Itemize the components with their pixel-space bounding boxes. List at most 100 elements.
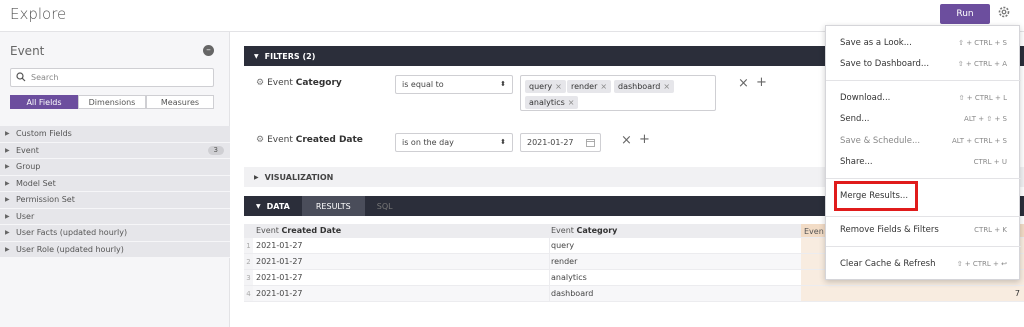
tab-dimensions[interactable]: Dimensions [78, 95, 146, 109]
collapse-icon[interactable]: – [203, 45, 214, 56]
cell-created-date: 2021-01-27 [256, 289, 303, 298]
menu-item-shortcut: ⇧ + CTRL + S [958, 39, 1007, 47]
token-label: dashboard [618, 82, 661, 91]
menu-item-label: Send... [840, 114, 870, 124]
filters-label: FILTERS (2) [264, 51, 316, 61]
menu-item-shortcut: ALT + ⇧ + S [964, 115, 1007, 123]
remove-filter-icon[interactable]: × [621, 133, 632, 148]
add-filter-icon[interactable]: + [756, 75, 767, 90]
cell-count: 7 [1014, 289, 1020, 298]
tab-results[interactable]: RESULTS [301, 196, 365, 216]
search-icon [16, 72, 26, 82]
token[interactable]: query × [525, 80, 566, 93]
gear-icon[interactable]: ⚙ [256, 78, 264, 88]
cell-category: dashboard [551, 289, 594, 298]
add-filter-icon[interactable]: + [639, 132, 650, 147]
date-input[interactable]: 2021-01-27 [520, 133, 601, 152]
menu-item-label: Merge Results... [840, 191, 909, 201]
visualization-label: VISUALIZATION [264, 172, 334, 182]
caret-right-icon: ▶ [5, 146, 10, 154]
operator-select[interactable]: is on the day ⬍ [395, 133, 513, 152]
menu-item-share[interactable]: Share... CTRL + U [826, 152, 1021, 172]
field-type-tabs: All Fields Dimensions Measures [10, 95, 214, 109]
menu-divider [826, 216, 1021, 217]
column-header-created-date[interactable]: Event Created Date [256, 226, 341, 235]
view-label: User Role (updated hourly) [16, 244, 124, 254]
header-prefix: Event [256, 226, 279, 235]
filter-label-created-date: ⚙ Event Created Date [256, 135, 363, 145]
view-label: Custom Fields [16, 129, 72, 139]
view-label: User Facts (updated hourly) [16, 228, 128, 238]
token[interactable]: dashboard × [614, 80, 675, 93]
gear-icon[interactable]: ⚙ [256, 135, 264, 145]
filter-label-prefix: Event [267, 135, 293, 145]
view-item-user[interactable]: ▶ User [0, 208, 230, 225]
caret-right-icon: ▶ [5, 229, 10, 237]
caret-down-icon: ▼ [256, 202, 261, 210]
tab-measures[interactable]: Measures [146, 95, 214, 109]
search-input[interactable] [31, 70, 211, 85]
tab-sql[interactable]: SQL [365, 196, 405, 216]
view-item-custom-fields[interactable]: ▶ Custom Fields [0, 126, 230, 143]
view-label: User [16, 211, 35, 221]
menu-item-save-to-dashboard[interactable]: Save to Dashboard... ⇧ + CTRL + A [826, 54, 1021, 74]
tab-all-fields[interactable]: All Fields [10, 95, 78, 109]
menu-item-shortcut: ⇧ + CTRL + ↩ [956, 260, 1007, 268]
menu-item-shortcut: ⇧ + CTRL + L [958, 94, 1007, 102]
menu-item-save-as-look[interactable]: Save as a Look... ⇧ + CTRL + S [826, 33, 1021, 53]
view-item-event[interactable]: ▶ Event 3 [0, 142, 230, 159]
row-number: 4 [244, 286, 253, 301]
close-icon[interactable]: × [663, 82, 670, 91]
close-icon[interactable]: × [600, 82, 607, 91]
menu-item-label: Share... [840, 157, 873, 167]
data-toggle[interactable]: ▼ DATA [244, 196, 302, 216]
cell-created-date: 2021-01-27 [256, 273, 303, 282]
caret-right-icon: ▶ [5, 196, 10, 204]
token[interactable]: analytics × [525, 96, 579, 109]
caret-down-icon: ▼ [254, 52, 259, 60]
close-icon[interactable]: × [555, 82, 562, 91]
filter-label-field: Category [295, 78, 342, 88]
row-number: 1 [244, 238, 253, 253]
gear-icon[interactable] [996, 5, 1012, 21]
updown-arrow-icon: ⬍ [500, 138, 506, 146]
view-item-permission-set[interactable]: ▶ Permission Set [0, 192, 230, 209]
menu-item-label: Clear Cache & Refresh [840, 259, 936, 269]
cell-category: render [551, 257, 578, 266]
cell-category: analytics [551, 273, 587, 282]
view-item-group[interactable]: ▶ Group [0, 159, 230, 176]
category-token-input[interactable]: query × render × dashboard × analytics × [520, 75, 716, 111]
menu-item-label: Remove Fields & Filters [840, 225, 939, 235]
data-label: DATA [266, 201, 290, 211]
menu-item-remove-fields-filters[interactable]: Remove Fields & Filters CTRL + K [826, 220, 1021, 240]
menu-item-merge-results[interactable]: Merge Results... [826, 186, 1021, 206]
remove-filter-icon[interactable]: × [738, 76, 749, 91]
close-icon[interactable]: × [568, 98, 575, 107]
caret-right-icon: ▶ [5, 130, 10, 138]
column-divider [549, 254, 550, 269]
column-divider [549, 270, 550, 285]
column-divider [549, 286, 550, 301]
column-header-category[interactable]: Event Category [551, 226, 617, 235]
date-value: 2021-01-27 [527, 138, 574, 147]
menu-item-clear-cache-refresh[interactable]: Clear Cache & Refresh ⇧ + CTRL + ↩ [826, 254, 1021, 274]
calendar-icon[interactable] [586, 138, 595, 147]
operator-select[interactable]: is equal to ⬍ [395, 75, 513, 94]
menu-item-shortcut: ⇧ + CTRL + A [957, 60, 1007, 68]
header-prefix: Event [551, 226, 574, 235]
operator-value: is equal to [402, 80, 444, 89]
token[interactable]: render × [567, 80, 612, 93]
run-button[interactable]: Run [940, 4, 990, 24]
menu-item-shortcut: CTRL + K [974, 226, 1007, 234]
view-item-model-set[interactable]: ▶ Model Set [0, 175, 230, 192]
menu-item-send[interactable]: Send... ALT + ⇧ + S [826, 109, 1021, 129]
menu-item-download[interactable]: Download... ⇧ + CTRL + L [826, 88, 1021, 108]
view-item-user-facts[interactable]: ▶ User Facts (updated hourly) [0, 225, 230, 242]
view-item-user-role[interactable]: ▶ User Role (updated hourly) [0, 241, 230, 258]
menu-item-shortcut: ALT + CTRL + S [951, 137, 1007, 145]
header-field: Created Date [281, 226, 342, 235]
search-box[interactable] [10, 68, 214, 87]
filter-label-category: ⚙ Event Category [256, 78, 342, 88]
explore-name: Event [10, 44, 45, 58]
view-list: ▶ Custom Fields ▶ Event 3 ▶ Group ▶ Model Set… [0, 126, 230, 258]
